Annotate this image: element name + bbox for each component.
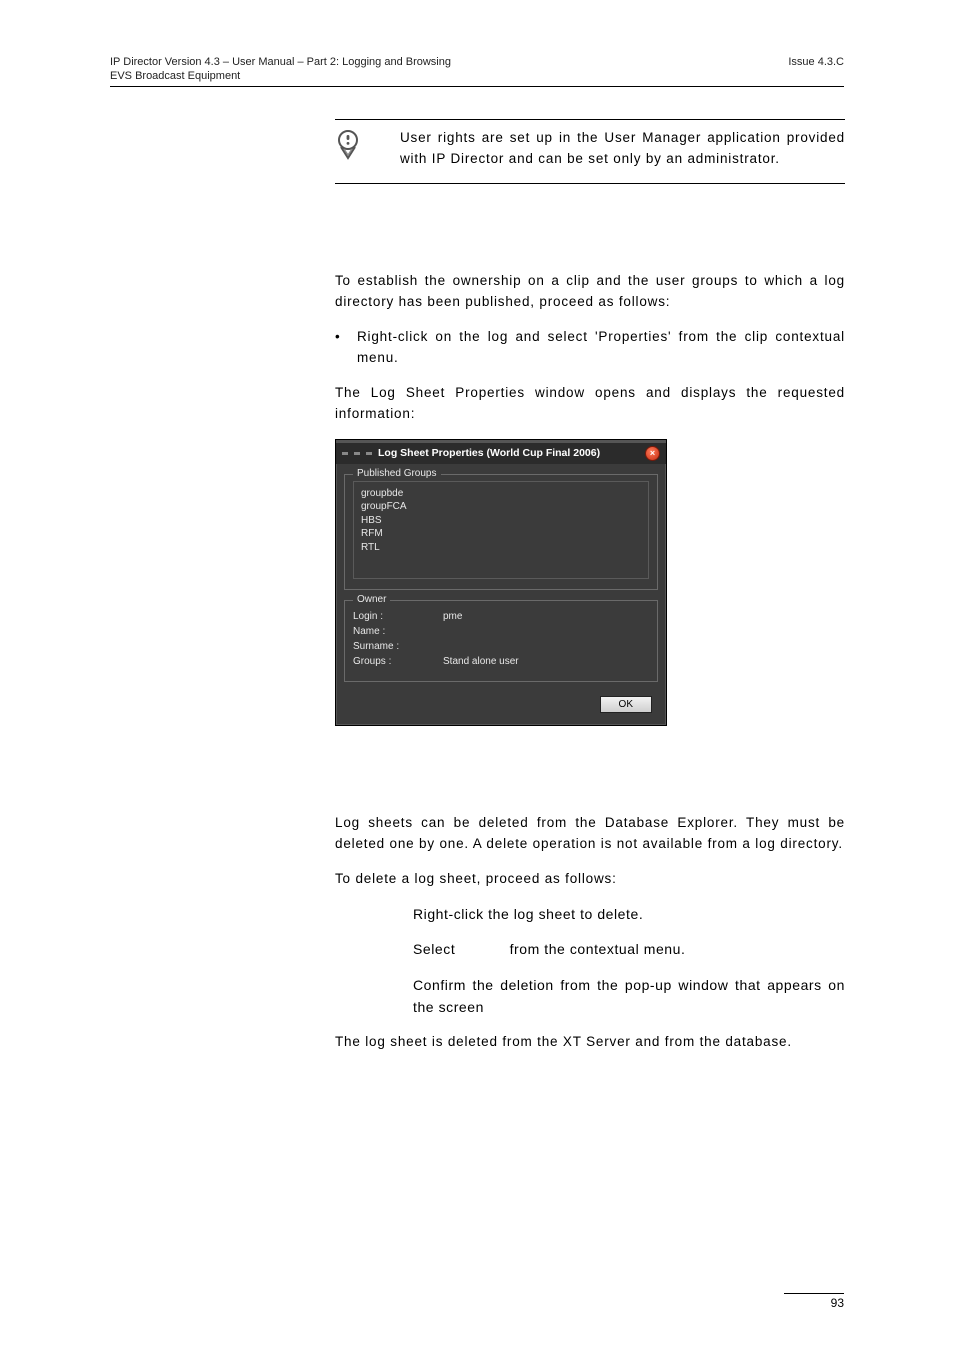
delete-step-2: 2. Select Delete from the contextual men… [385, 939, 845, 961]
step-2-prefix: Select [413, 941, 460, 957]
page-header: IP Director Version 4.3 – User Manual – … [110, 55, 844, 87]
step-2-command: Delete [460, 941, 505, 957]
ownership-bullet: • Right-click on the log and select 'Pro… [335, 327, 845, 369]
list-item[interactable]: groupFCA [361, 500, 641, 514]
header-subtitle: EVS Broadcast Equipment [110, 69, 451, 83]
owner-login-value: pme [443, 611, 649, 622]
note-block: User rights are set up in the User Manag… [335, 119, 845, 185]
drag-handle-icon [342, 452, 372, 455]
list-item[interactable]: HBS [361, 514, 641, 528]
note-text: User rights are set up in the User Manag… [400, 128, 845, 170]
owner-groups-label: Groups : [353, 656, 443, 667]
delete-para-3: The log sheet is deleted from the XT Ser… [335, 1032, 845, 1053]
owner-name-value [443, 626, 649, 637]
owner-surname-value [443, 641, 649, 652]
log-sheet-properties-dialog: Log Sheet Properties (World Cup Final 20… [335, 439, 667, 726]
delete-para-1: Log sheets can be deleted from the Datab… [335, 813, 845, 855]
delete-para-2: To delete a log sheet, proceed as follow… [335, 869, 845, 890]
delete-step-1: 1. Right-click the log sheet to delete. [385, 904, 845, 926]
close-icon[interactable]: × [645, 446, 660, 461]
dialog-title-text: Log Sheet Properties (World Cup Final 20… [378, 447, 600, 459]
step-number: 1. [385, 904, 413, 926]
published-groups-label: Published Groups [353, 468, 441, 479]
step-number: 2. [385, 939, 413, 961]
owner-groups-value: Stand alone user [443, 656, 649, 667]
step-text: Confirm the deletion from the pop-up win… [413, 975, 845, 1018]
section-heading-ownership: HOW TO VIEW OWNERSHIP INFORMATION ON A L… [335, 239, 845, 257]
step-text: Right-click the log sheet to delete. [413, 904, 845, 926]
owner-box-label: Owner [353, 594, 390, 605]
owner-surname-label: Surname : [353, 641, 443, 652]
ownership-para-1: To establish the ownership on a clip and… [335, 271, 845, 313]
published-groups-list[interactable]: groupbde groupFCA HBS RFM RTL [353, 481, 649, 579]
section-heading-delete: HOW TO DELETE A LOG SHEET [335, 781, 845, 799]
step-number: 3. [385, 975, 413, 1018]
header-title: IP Director Version 4.3 – User Manual – … [110, 55, 451, 69]
step-text: Select Delete from the contextual menu. [413, 939, 845, 961]
owner-name-label: Name : [353, 626, 443, 637]
note-icon [335, 128, 400, 160]
list-item[interactable]: groupbde [361, 487, 641, 501]
header-issue: Issue 4.3.C [788, 55, 844, 84]
page-number: 93 [784, 1293, 844, 1310]
ok-button[interactable]: OK [600, 696, 652, 713]
delete-step-3: 3. Confirm the deletion from the pop-up … [385, 975, 845, 1018]
bullet-dot-icon: • [335, 327, 357, 369]
dialog-titlebar[interactable]: Log Sheet Properties (World Cup Final 20… [336, 440, 666, 464]
list-item[interactable]: RFM [361, 527, 641, 541]
ownership-bullet-text: Right-click on the log and select 'Prope… [357, 327, 845, 369]
step-2-suffix: from the contextual menu. [505, 941, 685, 957]
owner-box: Owner Login : pme Name : Surname : Group… [344, 600, 658, 682]
list-item[interactable]: RTL [361, 541, 641, 555]
owner-login-label: Login : [353, 611, 443, 622]
ownership-para-2: The Log Sheet Properties window opens an… [335, 383, 845, 425]
published-groups-box: Published Groups groupbde groupFCA HBS R… [344, 474, 658, 590]
